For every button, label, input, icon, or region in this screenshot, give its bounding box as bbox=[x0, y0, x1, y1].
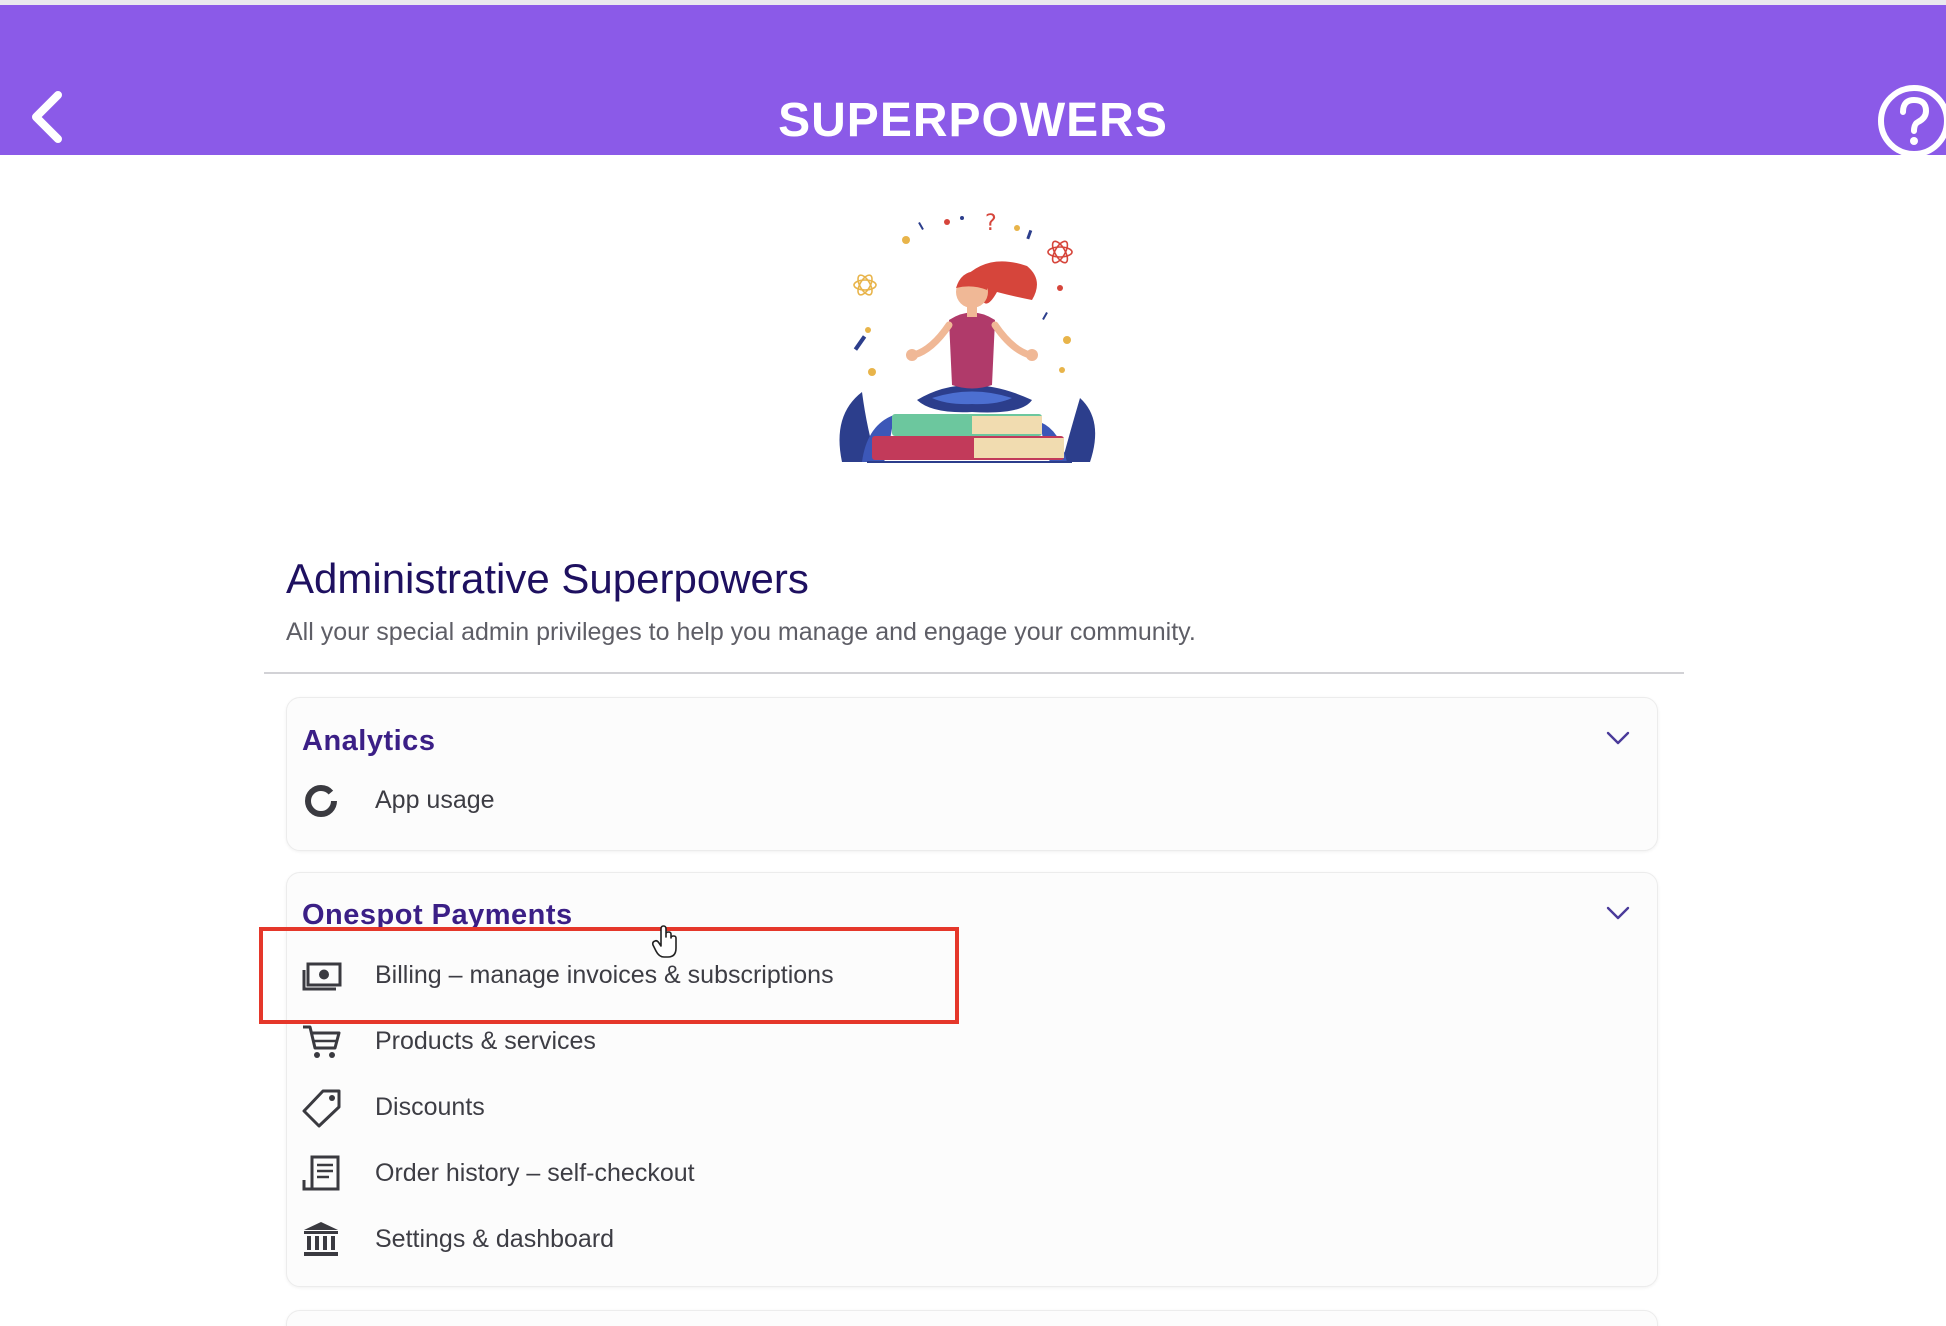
menu-item-label: Discounts bbox=[375, 1093, 485, 1121]
menu-item-label: App usage bbox=[375, 786, 495, 814]
menu-item-app-usage[interactable]: App usage bbox=[297, 773, 1637, 829]
menu-item-discounts[interactable]: Discounts bbox=[297, 1080, 1637, 1136]
section-title: Administrative Superpowers bbox=[286, 555, 809, 602]
menu-item-label: Products & services bbox=[375, 1027, 596, 1055]
bank-icon bbox=[304, 1222, 338, 1256]
chevron-down-icon bbox=[1606, 906, 1630, 920]
payments-collapse-toggle[interactable] bbox=[1605, 905, 1631, 921]
analytics-collapse-toggle[interactable] bbox=[1605, 730, 1631, 746]
menu-item-label: Settings & dashboard bbox=[375, 1225, 615, 1253]
payments-card: Onespot Payments Billing – manage invoic… bbox=[286, 872, 1658, 1287]
chevron-down-icon bbox=[1606, 731, 1630, 745]
menu-item-label: Order history – self-checkout bbox=[375, 1159, 695, 1187]
svg-text:?: ? bbox=[985, 211, 997, 236]
menu-item-products-services[interactable]: Products & services bbox=[297, 1014, 1637, 1070]
payments-card-title: Onespot Payments bbox=[302, 899, 573, 931]
money-icon bbox=[302, 962, 342, 991]
next-card bbox=[286, 1310, 1658, 1326]
receipt-icon bbox=[302, 1155, 340, 1191]
analytics-card: Analytics App usage bbox=[286, 697, 1658, 851]
question-circle-icon bbox=[1878, 85, 1946, 157]
ring-chart-icon bbox=[305, 785, 337, 817]
page-title: SUPERPOWERS bbox=[778, 94, 1168, 147]
app-header: SUPERPOWERS bbox=[0, 5, 1946, 157]
menu-item-billing[interactable]: Billing – manage invoices & subscription… bbox=[297, 948, 1637, 1004]
cart-icon bbox=[303, 1025, 341, 1058]
menu-item-label: Billing – manage invoices & subscription… bbox=[375, 961, 834, 989]
help-button[interactable] bbox=[1876, 83, 1946, 159]
analytics-card-title: Analytics bbox=[302, 725, 436, 757]
section-divider bbox=[264, 672, 1684, 674]
section-subtitle: All your special admin privileges to hel… bbox=[286, 618, 1196, 646]
meditating-woman-on-books-illustration: ? bbox=[822, 200, 1112, 475]
menu-item-order-history[interactable]: Order history – self-checkout bbox=[297, 1146, 1637, 1202]
tag-icon bbox=[302, 1089, 341, 1128]
menu-item-settings-dashboard[interactable]: Settings & dashboard bbox=[297, 1212, 1637, 1268]
